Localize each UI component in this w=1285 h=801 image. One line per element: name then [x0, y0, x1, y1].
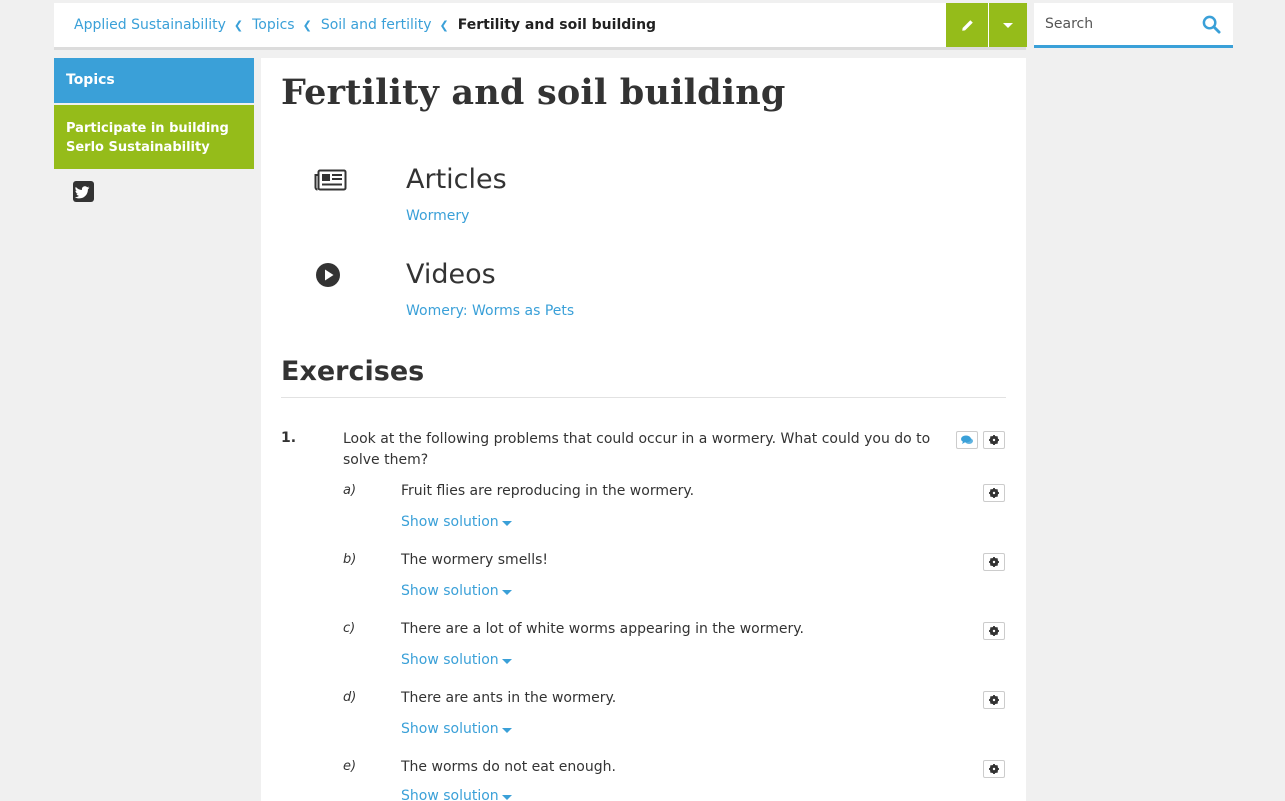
chevron-left-icon: ❮ [233, 18, 244, 32]
videos-heading: Videos [406, 259, 496, 290]
show-solution-label: Show solution [401, 652, 499, 668]
top-bar: Applied Sustainability ❮ Topics ❮ Soil a… [54, 3, 1027, 50]
caret-down-icon [501, 659, 512, 664]
subtask-settings-button[interactable] [983, 553, 1005, 571]
caret-down-icon [1003, 22, 1013, 28]
edit-button[interactable] [946, 3, 988, 47]
subtask-label: d) [343, 690, 357, 705]
search-icon[interactable] [1202, 15, 1221, 34]
subtask-settings-button[interactable] [983, 760, 1005, 778]
gear-icon [989, 695, 999, 705]
comments-icon [961, 435, 973, 444]
gear-icon [989, 435, 999, 445]
exercise-settings-button[interactable] [983, 431, 1005, 449]
subtask-text: Fruit flies are reproducing in the worme… [401, 483, 695, 499]
show-solution-label: Show solution [401, 788, 499, 801]
pencil-icon [961, 19, 973, 31]
subtask-label: c) [343, 621, 356, 636]
exercise-number: 1. [281, 430, 297, 446]
newspaper-icon [314, 169, 347, 191]
edit-dropdown-button[interactable] [989, 3, 1027, 47]
breadcrumb-topics[interactable]: Topics [252, 17, 295, 33]
show-solution-link[interactable]: Show solution [401, 788, 512, 801]
divider [281, 397, 1006, 398]
play-circle-icon [316, 263, 340, 287]
sidebar-item-participate[interactable]: Participate in building Serlo Sustainabi… [54, 105, 254, 169]
show-solution-link[interactable]: Show solution [401, 514, 512, 530]
twitter-icon[interactable] [73, 181, 94, 202]
caret-down-icon [501, 795, 512, 800]
subtask-settings-button[interactable] [983, 484, 1005, 502]
caret-down-icon [501, 728, 512, 733]
show-solution-label: Show solution [401, 583, 499, 599]
gear-icon [989, 488, 999, 498]
comment-button[interactable] [956, 431, 978, 449]
subtask-text: There are a lot of white worms appearing… [401, 621, 804, 637]
breadcrumb-applied-sustainability[interactable]: Applied Sustainability [74, 17, 226, 33]
subtask-label: b) [343, 552, 357, 567]
breadcrumb: Applied Sustainability ❮ Topics ❮ Soil a… [74, 3, 656, 47]
exercise-text: Look at the following problems that coul… [343, 431, 931, 468]
main-content: Fertility and soil building Articles Wor… [261, 58, 1026, 801]
chevron-left-icon: ❮ [439, 18, 449, 32]
page-title: Fertility and soil building [281, 72, 786, 113]
subtask-label: a) [343, 483, 357, 498]
gear-icon [989, 764, 999, 774]
show-solution-link[interactable]: Show solution [401, 583, 512, 599]
subtask-settings-button[interactable] [983, 691, 1005, 709]
sidebar-item-topics[interactable]: Topics [54, 58, 254, 103]
gear-icon [989, 557, 999, 567]
chevron-left-icon: ❮ [302, 18, 312, 32]
subtask-settings-button[interactable] [983, 622, 1005, 640]
subtask-label: e) [343, 759, 357, 774]
show-solution-link[interactable]: Show solution [401, 721, 512, 737]
articles-heading: Articles [406, 164, 507, 195]
exercises-heading: Exercises [281, 356, 425, 387]
show-solution-label: Show solution [401, 514, 499, 530]
search-box [1034, 3, 1233, 48]
subtask-text: There are ants in the wormery. [401, 690, 617, 706]
show-solution-link[interactable]: Show solution [401, 652, 512, 668]
breadcrumb-soil-and-fertility[interactable]: Soil and fertility [321, 17, 432, 33]
gear-icon [989, 626, 999, 636]
subtask-text: The worms do not eat enough. [401, 759, 616, 775]
caret-down-icon [501, 521, 512, 526]
video-link-womery-worms-as-pets[interactable]: Womery: Worms as Pets [406, 303, 574, 319]
caret-down-icon [501, 590, 512, 595]
subtask-text: The wormery smells! [401, 552, 548, 568]
breadcrumb-current: Fertility and soil building [457, 17, 657, 33]
search-input[interactable] [1034, 3, 1195, 45]
article-link-wormery[interactable]: Wormery [406, 208, 469, 224]
show-solution-label: Show solution [401, 721, 499, 737]
